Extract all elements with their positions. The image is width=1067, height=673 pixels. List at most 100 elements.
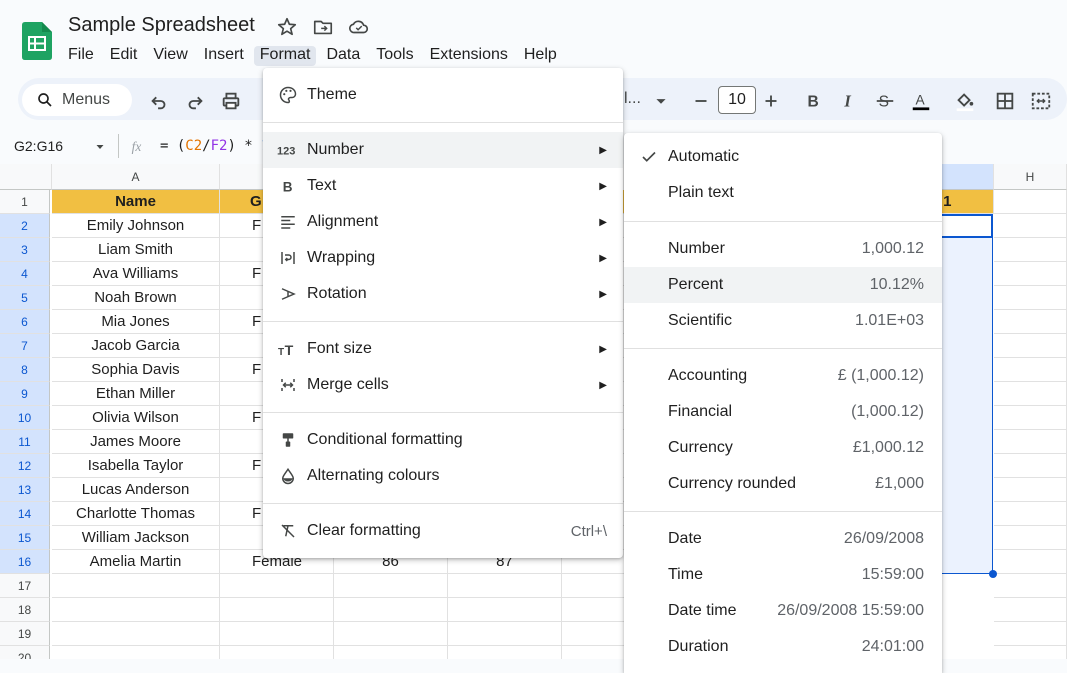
grid-cell[interactable] <box>220 646 334 659</box>
grid-cell[interactable] <box>994 526 1067 550</box>
row-header[interactable]: 7 <box>0 334 50 358</box>
grid-cell[interactable] <box>994 190 1067 214</box>
font-size-input[interactable]: 10 <box>718 86 756 114</box>
select-all-corner[interactable] <box>0 164 52 190</box>
merge-cells-icon[interactable] <box>1030 90 1052 112</box>
name-cell[interactable]: Jacob Garcia <box>52 334 220 358</box>
name-cell[interactable]: Ethan Miller <box>52 382 220 406</box>
submenu-item-currency-rounded[interactable]: Currency rounded £1,000 <box>624 466 942 502</box>
star-icon[interactable] <box>276 16 298 38</box>
grid-cell[interactable] <box>994 550 1067 574</box>
row-header[interactable]: 9 <box>0 382 50 406</box>
submenu-item-currency[interactable]: Currency £1,000.12 <box>624 430 942 466</box>
row-header[interactable]: 2 <box>0 214 50 238</box>
undo-icon[interactable] <box>148 90 170 112</box>
row-header[interactable]: 19 <box>0 622 50 646</box>
grid-cell[interactable] <box>994 286 1067 310</box>
name-cell[interactable]: Isabella Taylor <box>52 454 220 478</box>
grid-cell[interactable] <box>994 406 1067 430</box>
grid-cell[interactable] <box>994 310 1067 334</box>
grid-cell[interactable] <box>994 478 1067 502</box>
submenu-item-scientific[interactable]: Scientific 1.01E+03 <box>624 303 942 339</box>
row-header[interactable]: 20 <box>0 646 50 659</box>
grid-cell[interactable] <box>994 238 1067 262</box>
name-cell[interactable]: Sophia Davis <box>52 358 220 382</box>
search-menus-button[interactable]: Menus <box>22 84 132 116</box>
grid-cell[interactable] <box>220 622 334 646</box>
name-cell[interactable]: William Jackson <box>52 526 220 550</box>
grid-cell[interactable] <box>994 430 1067 454</box>
grid-cell[interactable] <box>448 646 562 659</box>
bold-icon[interactable]: B <box>802 90 824 112</box>
grid-cell[interactable] <box>52 622 220 646</box>
menu-edit[interactable]: Edit <box>110 46 138 66</box>
grid-cell[interactable] <box>52 598 220 622</box>
name-cell[interactable]: Charlotte Thomas <box>52 502 220 526</box>
menu-item-font-size[interactable]: TT Font size ▶ <box>263 331 623 367</box>
menu-item-clear-formatting[interactable]: Clear formatting Ctrl+\ <box>263 513 623 549</box>
name-cell[interactable]: James Moore <box>52 430 220 454</box>
grid-cell[interactable] <box>994 502 1067 526</box>
row-header[interactable]: 1 <box>0 190 50 214</box>
name-cell[interactable]: Mia Jones <box>52 310 220 334</box>
menu-item-wrapping[interactable]: Wrapping ▶ <box>263 240 623 276</box>
italic-icon[interactable]: I <box>838 90 860 112</box>
submenu-item-plain-text[interactable]: Plain text <box>624 175 942 211</box>
menu-insert[interactable]: Insert <box>204 46 244 66</box>
chevron-down-icon[interactable] <box>94 141 106 153</box>
chevron-down-icon[interactable] <box>650 90 672 112</box>
row-header[interactable]: 17 <box>0 574 50 598</box>
grid-cell[interactable] <box>994 574 1067 598</box>
row-header[interactable]: 15 <box>0 526 50 550</box>
menu-help[interactable]: Help <box>524 46 557 66</box>
submenu-item-percent[interactable]: Percent 10.12% <box>624 267 942 303</box>
name-cell[interactable]: Amelia Martin <box>52 550 220 574</box>
name-cell[interactable]: Lucas Anderson <box>52 478 220 502</box>
borders-icon[interactable] <box>994 90 1016 112</box>
row-header[interactable]: 11 <box>0 430 50 454</box>
menu-item-conditional-formatting[interactable]: Conditional formatting <box>263 422 623 458</box>
grid-cell[interactable] <box>334 622 448 646</box>
grid-cell[interactable] <box>334 574 448 598</box>
submenu-item-accounting[interactable]: Accounting £ (1,000.12) <box>624 358 942 394</box>
grid-cell[interactable] <box>334 598 448 622</box>
menu-item-text[interactable]: B Text ▶ <box>263 168 623 204</box>
menu-extensions[interactable]: Extensions <box>430 46 508 66</box>
text-color-icon[interactable]: A <box>910 90 932 112</box>
submenu-item-date-time[interactable]: Date time 26/09/2008 15:59:00 <box>624 593 942 629</box>
grid-cell[interactable] <box>994 382 1067 406</box>
menu-item-alignment[interactable]: Alignment ▶ <box>263 204 623 240</box>
grid-cell[interactable] <box>994 334 1067 358</box>
grid-cell[interactable] <box>220 574 334 598</box>
move-folder-icon[interactable] <box>312 16 334 38</box>
increase-font-size-icon[interactable] <box>760 90 782 112</box>
grid-cell[interactable] <box>994 598 1067 622</box>
row-header[interactable]: 14 <box>0 502 50 526</box>
menu-item-merge-cells[interactable]: Merge cells ▶ <box>263 367 623 403</box>
menu-item-alternating-colours[interactable]: Alternating colours <box>263 458 623 494</box>
row-header[interactable]: 8 <box>0 358 50 382</box>
menu-file[interactable]: File <box>68 46 94 66</box>
decrease-font-size-icon[interactable] <box>690 90 712 112</box>
sheets-logo-icon[interactable] <box>22 22 52 60</box>
menu-data[interactable]: Data <box>326 46 360 66</box>
row-header[interactable]: 16 <box>0 550 50 574</box>
cloud-saved-icon[interactable] <box>348 16 370 38</box>
grid-cell[interactable] <box>994 358 1067 382</box>
grid-cell[interactable] <box>994 622 1067 646</box>
fill-handle[interactable] <box>989 570 997 578</box>
submenu-item-automatic[interactable]: Automatic <box>624 139 942 175</box>
row-header[interactable]: 12 <box>0 454 50 478</box>
grid-cell[interactable] <box>448 622 562 646</box>
row-header[interactable]: 13 <box>0 478 50 502</box>
font-family-select[interactable]: l... <box>624 90 641 108</box>
row-header[interactable]: 18 <box>0 598 50 622</box>
menu-item-rotation[interactable]: Rotation ▶ <box>263 276 623 312</box>
grid-cell[interactable] <box>52 574 220 598</box>
strikethrough-icon[interactable]: S <box>874 90 896 112</box>
submenu-item-time[interactable]: Time 15:59:00 <box>624 557 942 593</box>
grid-cell[interactable] <box>334 646 448 659</box>
menu-item-number[interactable]: 123 Number ▶ <box>263 132 623 168</box>
grid-cell[interactable] <box>994 454 1067 478</box>
menu-item-theme[interactable]: Theme <box>263 77 623 113</box>
